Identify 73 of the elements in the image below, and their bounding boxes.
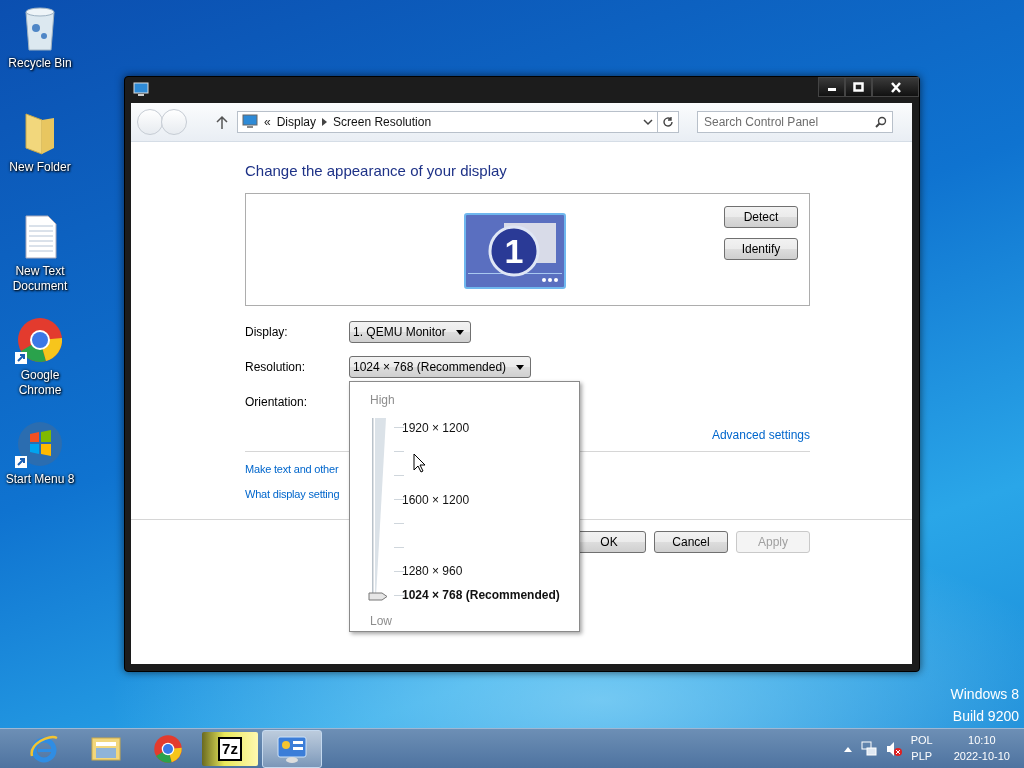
os-version-text: Windows 8: [950, 685, 1019, 704]
resolution-option[interactable]: 1600 × 1200: [402, 492, 470, 507]
show-hidden-icons-icon[interactable]: [843, 745, 852, 752]
desktop-icon[interactable]: New Text Document: [0, 212, 80, 316]
windows-orb-icon: [16, 420, 64, 468]
refresh-button[interactable]: [657, 111, 679, 133]
monitor-drawing[interactable]: 1: [464, 213, 566, 289]
resolution-option[interactable]: 1920 × 1200: [402, 420, 470, 435]
os-version-text: Build 9200: [952, 707, 1019, 726]
breadcrumb-overflow[interactable]: «: [264, 115, 271, 129]
resolution-option[interactable]: 1024 × 768 (Recommended): [402, 588, 560, 603]
clock[interactable]: 10:10 2022-10-10: [953, 734, 1010, 763]
clock-date: 2022-10-10: [953, 750, 1010, 763]
desktop-icon[interactable]: New Folder: [0, 108, 80, 212]
search-field[interactable]: Search Control Panel: [697, 111, 893, 133]
help-link[interactable]: What display setting: [245, 486, 340, 502]
field-label: Orientation:: [245, 395, 309, 409]
mouse-cursor-icon: [413, 453, 426, 473]
shortcut-arrow-icon: [15, 456, 27, 468]
dropdown[interactable]: 1024 × 768 (Recommended): [349, 356, 532, 378]
resolution-option[interactable]: 1280 × 960: [402, 564, 463, 579]
low-label: Low: [370, 613, 393, 630]
desktop-icon-label: New Text Document: [11, 264, 69, 294]
caret-icon: [455, 329, 464, 335]
shortcut-arrow-icon: [15, 352, 27, 364]
internet-explorer-icon: [29, 733, 59, 764]
control-panel-icon: [275, 733, 309, 764]
clock-time: 10:10: [968, 734, 996, 747]
up-arrow-icon: [216, 115, 228, 129]
network-icon[interactable]: [860, 740, 877, 757]
monitor-action-button[interactable]: Detect: [724, 206, 798, 228]
high-label: High: [370, 392, 396, 408]
slider-thumb[interactable]: [368, 592, 388, 602]
taskbar-app-button[interactable]: 7z: [200, 729, 260, 768]
desktop-icon-label: Google Chrome: [17, 368, 63, 398]
breadcrumb-item[interactable]: Screen Resolution: [333, 115, 432, 129]
page-heading: Change the appearance of your display: [245, 162, 508, 180]
monitor-app-icon: [133, 82, 149, 98]
desktop-icon-label: Start Menu 8: [4, 472, 76, 487]
language-indicator[interactable]: POL PLP: [910, 734, 933, 763]
breadcrumb-item[interactable]: Display: [276, 115, 317, 129]
caret-icon: [516, 364, 525, 370]
search-icon: [875, 116, 887, 128]
address-field[interactable]: « Display Screen Resolution: [237, 111, 658, 133]
desktop-icon-label: Recycle Bin: [7, 56, 73, 71]
maximize-button[interactable]: [845, 77, 872, 97]
help-link[interactable]: Make text and other: [245, 461, 339, 477]
desktop-icon-label: New Folder: [8, 160, 72, 175]
chrome-icon: [153, 733, 183, 764]
chevron-down-icon[interactable]: [643, 118, 653, 126]
chevron-right-icon: [322, 118, 328, 126]
advanced-settings-link[interactable]: Advanced settings: [711, 427, 810, 443]
volume-muted-icon[interactable]: [885, 740, 902, 757]
chrome-icon: [16, 316, 64, 364]
keyboard-layout: PLP: [911, 750, 933, 763]
minimize-button[interactable]: [818, 77, 845, 97]
close-button[interactable]: [872, 77, 919, 97]
monitor-number: 1: [504, 232, 524, 270]
desktop-icon[interactable]: Recycle Bin: [0, 4, 80, 108]
field-label: Display:: [245, 325, 289, 339]
monitor-icon: [242, 114, 258, 130]
refresh-icon: [662, 116, 674, 128]
close-icon: [889, 81, 902, 93]
monitor-action-button[interactable]: Identify: [724, 238, 798, 260]
field-label: Resolution:: [245, 360, 307, 374]
dropdown[interactable]: 1. QEMU Monitor: [349, 321, 471, 343]
language-code: POL: [910, 734, 933, 747]
dialog-button[interactable]: Cancel: [654, 531, 728, 553]
desktop-icon[interactable]: Start Menu 8: [0, 420, 80, 524]
maximize-icon: [853, 82, 864, 92]
resolution-slider[interactable]: [368, 418, 388, 602]
desktop-icon[interactable]: Google Chrome: [0, 316, 80, 420]
taskbar-app-button[interactable]: [262, 729, 322, 768]
